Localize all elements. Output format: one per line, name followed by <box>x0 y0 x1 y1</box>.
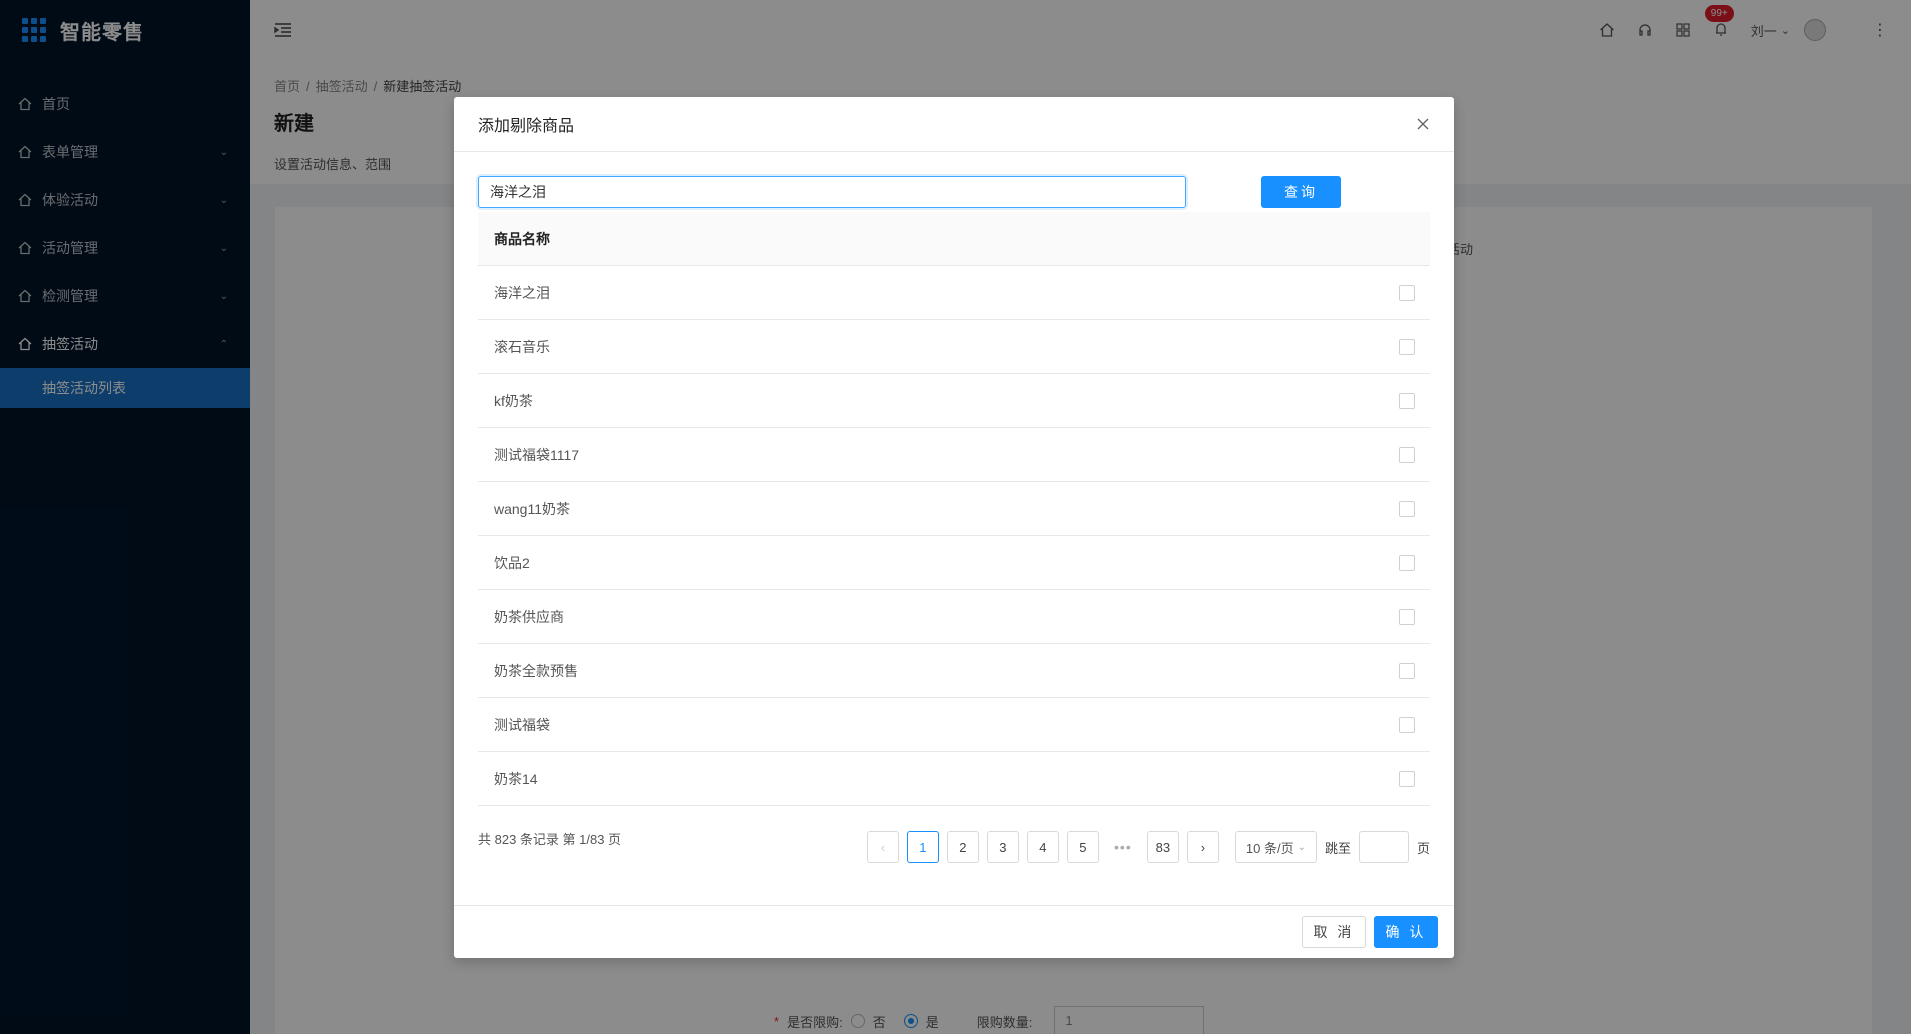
row-checkbox[interactable] <box>1399 446 1415 463</box>
table-row[interactable]: 海洋之泪 <box>478 266 1430 320</box>
product-name: 奶茶14 <box>494 770 538 787</box>
add-exclude-products-modal: 添加剔除商品 查询 商品名称 海洋之泪 滚石音乐 kf奶茶 测试福袋1117 w… <box>454 97 1454 958</box>
product-name: 测试福袋 <box>494 716 550 733</box>
table-row[interactable]: 测试福袋 <box>478 698 1430 752</box>
page-4-button[interactable]: 4 <box>1026 831 1059 863</box>
modal-body: 查询 商品名称 海洋之泪 滚石音乐 kf奶茶 测试福袋1117 wang11奶茶… <box>454 152 1454 863</box>
chevron-down-icon: ⌄ <box>1297 841 1306 853</box>
product-name: 饮品2 <box>494 554 530 571</box>
next-page-button[interactable]: › <box>1186 831 1219 863</box>
row-checkbox[interactable] <box>1399 716 1415 733</box>
pagination-row: 共 823 条记录 第 1/83 页 ‹ 1 2 3 4 5 ••• 83 › … <box>478 826 1430 863</box>
column-header-product-name: 商品名称 <box>494 230 550 247</box>
table-row[interactable]: kf奶茶 <box>478 374 1430 428</box>
cancel-button[interactable]: 取 消 <box>1302 916 1366 948</box>
product-name: 奶茶供应商 <box>494 608 564 625</box>
product-name: wang11奶茶 <box>494 500 571 517</box>
total-records: 共 823 条记录 第 1/83 页 <box>478 831 622 847</box>
table-row[interactable]: wang11奶茶 <box>478 482 1430 536</box>
last-page-button[interactable]: 83 <box>1146 831 1179 863</box>
table-row[interactable]: 测试福袋1117 <box>478 428 1430 482</box>
page-ellipsis[interactable]: ••• <box>1107 839 1139 855</box>
product-name: kf奶茶 <box>494 392 533 409</box>
product-name: 海洋之泪 <box>494 284 550 301</box>
confirm-button[interactable]: 确 认 <box>1374 916 1438 948</box>
table-row[interactable]: 奶茶14 <box>478 752 1430 806</box>
product-search-input[interactable] <box>478 176 1186 208</box>
row-checkbox[interactable] <box>1399 554 1415 571</box>
pagination: ‹ 1 2 3 4 5 ••• 83 › 10 条/页 ⌄ 跳至 页 <box>866 831 1430 863</box>
search-row: 查询 <box>478 176 1430 208</box>
jump-suffix: 页 <box>1416 840 1430 856</box>
row-checkbox[interactable] <box>1399 338 1415 355</box>
table-row[interactable]: 滚石音乐 <box>478 320 1430 374</box>
product-name: 测试福袋1117 <box>494 446 580 463</box>
page-size-select[interactable]: 10 条/页 ⌄ <box>1234 831 1317 863</box>
row-checkbox[interactable] <box>1399 284 1415 301</box>
jump-label: 跳至 <box>1324 840 1351 856</box>
page-size-value: 10 条/页 <box>1245 840 1294 856</box>
page-jumper: 跳至 页 <box>1325 831 1430 863</box>
row-checkbox[interactable] <box>1399 392 1415 409</box>
table-row[interactable]: 奶茶供应商 <box>478 590 1430 644</box>
product-table: 商品名称 海洋之泪 滚石音乐 kf奶茶 测试福袋1117 wang11奶茶 饮品… <box>478 212 1430 806</box>
page-2-button[interactable]: 2 <box>946 831 979 863</box>
jump-page-input[interactable] <box>1358 831 1409 863</box>
row-checkbox[interactable] <box>1399 608 1415 625</box>
page-5-button[interactable]: 5 <box>1066 831 1099 863</box>
table-row[interactable]: 饮品2 <box>478 536 1430 590</box>
row-checkbox[interactable] <box>1399 662 1415 679</box>
modal-footer: 取 消 确 认 <box>454 905 1454 958</box>
query-button[interactable]: 查询 <box>1261 176 1341 208</box>
prev-page-button[interactable]: ‹ <box>866 831 899 863</box>
product-name: 滚石音乐 <box>494 338 550 355</box>
product-name: 奶茶全款预售 <box>494 662 578 679</box>
table-header: 商品名称 <box>478 212 1430 266</box>
row-checkbox[interactable] <box>1399 770 1415 787</box>
page-3-button[interactable]: 3 <box>986 831 1019 863</box>
table-row[interactable]: 奶茶全款预售 <box>478 644 1430 698</box>
row-checkbox[interactable] <box>1399 500 1415 517</box>
modal-header: 添加剔除商品 <box>454 97 1454 152</box>
page-1-button[interactable]: 1 <box>906 831 939 863</box>
modal-title: 添加剔除商品 <box>478 118 575 135</box>
close-icon[interactable] <box>1416 117 1430 131</box>
